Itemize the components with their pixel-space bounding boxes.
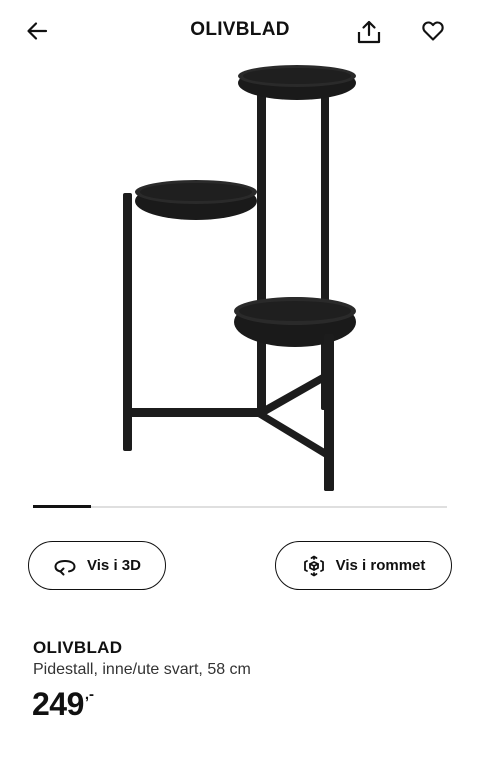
share-button[interactable]: [349, 12, 389, 52]
product-description: Pidestall, inne/ute svart, 58 cm: [33, 661, 251, 678]
arrow-left-icon: [27, 22, 48, 40]
product-image[interactable]: [0, 62, 480, 498]
view-3d-button[interactable]: Vis i 3D: [28, 541, 166, 590]
gallery-progress[interactable]: [33, 505, 447, 508]
price-amount: 249: [32, 686, 84, 722]
product-name: OLIVBLAD: [33, 638, 123, 657]
view-in-room-button[interactable]: Vis i rommet: [275, 541, 452, 590]
ar-cube-icon: [303, 555, 324, 576]
plant-stand-image: [123, 65, 356, 491]
back-button[interactable]: [17, 11, 57, 51]
view-in-room-label: Vis i rommet: [335, 557, 426, 574]
share-icon: [357, 20, 381, 44]
price-suffix: ,-: [84, 686, 95, 703]
heart-icon: [422, 21, 444, 41]
top-bar: OLIVBLAD: [0, 0, 480, 62]
product-price: 249 ,-: [32, 684, 94, 724]
view-3d-label: Vis i 3D: [87, 557, 141, 574]
gallery-progress-fill: [33, 505, 91, 508]
page-title: OLIVBLAD: [190, 19, 290, 40]
favorite-button[interactable]: [413, 11, 453, 51]
rotate-icon: [54, 559, 76, 575]
